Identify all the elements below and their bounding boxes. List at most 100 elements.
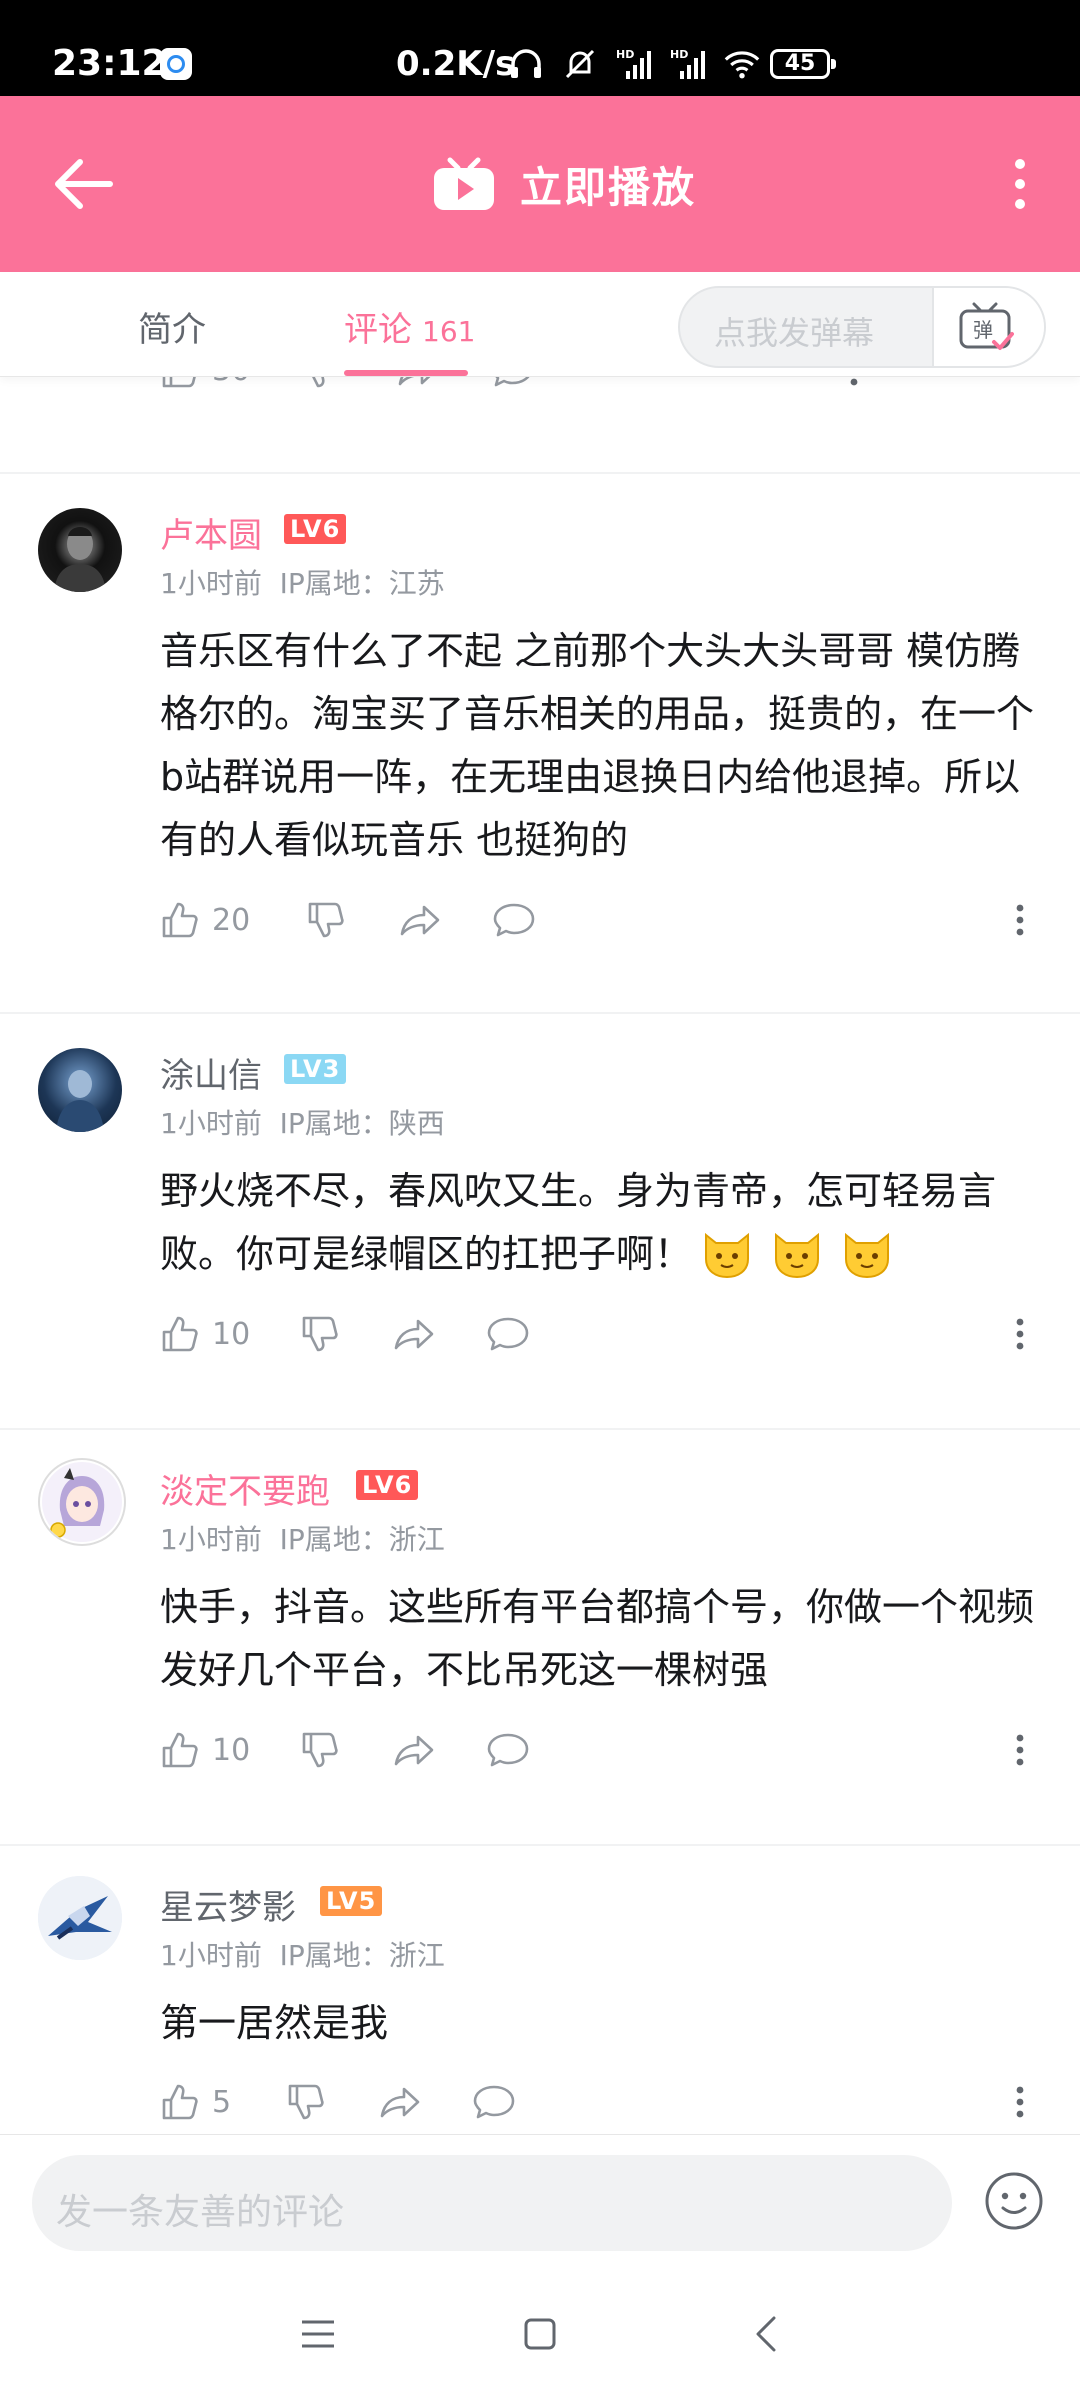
tab-comments-label: 评论 bbox=[344, 310, 412, 350]
comment-item: 淡定不要跑 LV6 1小时前 IP属地：浙江 快手，抖音。这些所有平台都搞个号，… bbox=[0, 1430, 1080, 1844]
more-dots-icon bbox=[1016, 2086, 1024, 2118]
comment-input-placeholder: 发一条友善的评论 bbox=[56, 2192, 345, 2233]
thumbs-down-icon bbox=[311, 376, 325, 388]
username[interactable]: 星云梦影 bbox=[160, 1880, 296, 1929]
share-button[interactable] bbox=[392, 1720, 436, 1780]
notification-app-icon bbox=[160, 48, 192, 80]
comment-location: IP属地：浙江 bbox=[279, 1523, 445, 1556]
dislike-button[interactable] bbox=[300, 376, 340, 400]
status-time: 23:12 bbox=[52, 43, 167, 84]
share-button[interactable] bbox=[398, 890, 442, 950]
top-header: 立即播放 bbox=[0, 96, 1080, 272]
comment-text: 音乐区有什么了不起 之前那个大头大头哥哥 模仿腾格尔的。淘宝买了音乐相关的用品，… bbox=[160, 629, 1035, 862]
reply-button[interactable] bbox=[472, 2072, 516, 2132]
active-tab-indicator bbox=[344, 370, 468, 376]
back-chevron-icon[interactable] bbox=[744, 2310, 792, 2358]
more-vertical-icon[interactable] bbox=[990, 144, 1050, 224]
share-icon bbox=[400, 905, 440, 936]
avatar[interactable] bbox=[38, 508, 122, 592]
comment-actions: 10 bbox=[160, 1304, 1040, 1364]
home-square-icon[interactable] bbox=[516, 2310, 564, 2358]
level-badge: LV6 bbox=[356, 1470, 419, 1500]
like-count: 30 bbox=[212, 376, 250, 388]
svg-text:弹: 弹 bbox=[973, 318, 993, 342]
thumbs-up-icon bbox=[162, 376, 197, 388]
comment-more-button[interactable] bbox=[1014, 2072, 1026, 2132]
thumbs-up-icon bbox=[162, 1316, 198, 1352]
wifi-icon bbox=[724, 51, 760, 79]
dislike-button[interactable] bbox=[300, 1304, 340, 1364]
dislike-button[interactable] bbox=[286, 2072, 326, 2132]
comment-item: 卢本圆 LV6 1小时前 IP属地：江苏 音乐区有什么了不起 之前那个大头大头哥… bbox=[0, 474, 1080, 1012]
comment-input-bar: 发一条友善的评论 bbox=[0, 2134, 1080, 2269]
comment-actions: 20 bbox=[160, 890, 1040, 950]
like-button[interactable]: 10 bbox=[160, 1720, 250, 1780]
reply-button[interactable] bbox=[492, 890, 536, 950]
status-icons: HD HD bbox=[508, 44, 760, 84]
reply-button[interactable] bbox=[486, 1720, 530, 1780]
comment-more-button[interactable] bbox=[1014, 1720, 1026, 1780]
mute-bell-icon bbox=[565, 49, 595, 79]
like-button[interactable]: 30 bbox=[160, 376, 250, 400]
menu-icon[interactable] bbox=[294, 2310, 342, 2358]
reply-bubble-icon bbox=[473, 2085, 515, 2119]
play-now-button[interactable]: 立即播放 bbox=[432, 142, 696, 226]
play-now-label: 立即播放 bbox=[520, 162, 697, 212]
status-bar: 23:12 0.2K/s HD HD 45 bbox=[0, 0, 1080, 96]
network-speed: 0.2K/s bbox=[396, 44, 516, 84]
thumbs-up-icon bbox=[162, 902, 198, 938]
svg-text:HD: HD bbox=[670, 48, 688, 61]
comment-location: IP属地：浙江 bbox=[279, 1939, 445, 1972]
comment-more-button[interactable] bbox=[848, 376, 860, 400]
share-icon bbox=[380, 2087, 420, 2118]
comment-item: 涂山信 LV3 1小时前 IP属地：陕西 野火烧不尽，春风吹又生。身为青帝，怎可… bbox=[0, 1014, 1080, 1428]
level-badge: LV3 bbox=[284, 1054, 347, 1084]
comment-text: 野火烧不尽，春风吹又生。身为青帝，怎可轻易言败。你可是绿帽区的扛把子啊！ bbox=[160, 1160, 1052, 1286]
reply-button[interactable] bbox=[486, 1304, 530, 1364]
tab-comments[interactable]: 评论 161 bbox=[344, 302, 475, 351]
back-arrow-icon[interactable] bbox=[50, 144, 130, 224]
comment-input[interactable]: 发一条友善的评论 bbox=[32, 2155, 952, 2251]
like-count: 20 bbox=[212, 902, 251, 938]
share-button[interactable] bbox=[392, 1304, 436, 1364]
tab-intro[interactable]: 简介 bbox=[138, 302, 206, 351]
comment-meta: 1小时前 IP属地：浙江 bbox=[160, 1934, 445, 1974]
avatar-portrait bbox=[54, 527, 106, 592]
comment-more-button[interactable] bbox=[1014, 1304, 1026, 1364]
thumbs-down-icon bbox=[302, 1316, 338, 1352]
username[interactable]: 淡定不要跑 bbox=[160, 1464, 330, 1513]
avatar[interactable] bbox=[38, 1458, 126, 1546]
tab-bar: 简介 评论 161 点我发弹幕 弹 bbox=[0, 272, 1080, 377]
avatar[interactable] bbox=[38, 1048, 122, 1132]
comment-more-button[interactable] bbox=[1014, 890, 1026, 950]
emoji-face-icon[interactable] bbox=[984, 2171, 1044, 2231]
danmaku-toggle-button[interactable]: 弹 bbox=[932, 288, 1044, 366]
like-button[interactable]: 5 bbox=[160, 2072, 231, 2132]
danmaku-input-box[interactable]: 点我发弹幕 弹 bbox=[678, 286, 1046, 368]
avatar-portrait bbox=[56, 1070, 104, 1132]
cat-emoji-icon bbox=[705, 1232, 750, 1279]
dislike-button[interactable] bbox=[300, 1720, 340, 1780]
comment-meta: 1小时前 IP属地：浙江 bbox=[160, 1518, 445, 1558]
like-button[interactable]: 10 bbox=[160, 1304, 250, 1364]
more-dots-icon bbox=[1016, 904, 1024, 936]
reply-bubble-icon bbox=[487, 1317, 529, 1351]
thumbs-up-icon bbox=[162, 1732, 198, 1768]
dislike-button[interactable] bbox=[306, 890, 346, 950]
username[interactable]: 涂山信 bbox=[160, 1048, 262, 1097]
signal-hd-icon-1: HD bbox=[616, 48, 651, 79]
username[interactable]: 卢本圆 bbox=[160, 508, 262, 557]
reply-button[interactable] bbox=[490, 376, 534, 400]
comment-item: 星云梦影 LV5 1小时前 IP属地：浙江 第一居然是我 5 bbox=[0, 1846, 1080, 2134]
share-button[interactable] bbox=[396, 376, 440, 400]
avatar[interactable] bbox=[38, 1876, 122, 1960]
level-badge: LV6 bbox=[284, 514, 347, 544]
comment-location: IP属地：陕西 bbox=[279, 1107, 445, 1140]
like-button[interactable]: 20 bbox=[160, 890, 250, 950]
system-navigation-bar bbox=[0, 2268, 1080, 2400]
comment-meta: 1小时前 IP属地：江苏 bbox=[160, 562, 445, 602]
comment-text: 第一居然是我 bbox=[160, 2001, 389, 2045]
comment-list[interactable]: 30 卢本圆 LV6 1小时前 IP属地：江苏 音乐区有什么了不起 之前那个大头… bbox=[0, 376, 1080, 2134]
thumbs-up-icon bbox=[162, 2084, 198, 2120]
share-button[interactable] bbox=[378, 2072, 422, 2132]
